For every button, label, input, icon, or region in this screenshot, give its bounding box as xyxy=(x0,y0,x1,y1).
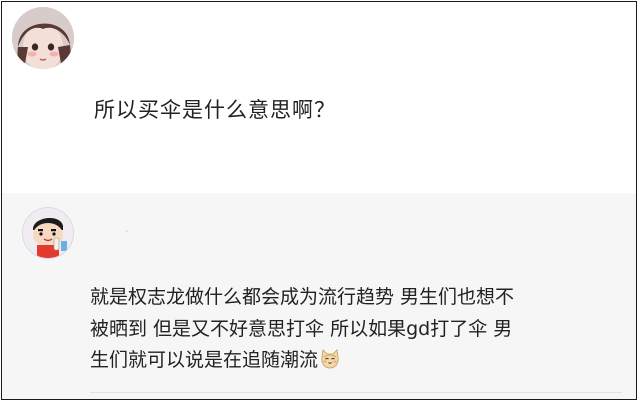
girl-avatar-icon[interactable] xyxy=(12,7,74,69)
reply-line-3-text: 生们就可以说是在追随潮流 xyxy=(90,349,319,371)
reply-line-1: 就是权志龙做什么都会成为流行趋势 男生们也想不 xyxy=(90,286,515,308)
comment-thread: 所以买伞是什么意思啊？ 就是权志龙做什么都会成为流行趋势 男生们也想不 被晒到 … xyxy=(1,1,637,400)
reply-line-2: 被晒到 但是又不好意思打伞 所以如果gd打了伞 男 xyxy=(90,317,513,340)
reply-line-3: 生们就可以说是在追随潮流 xyxy=(90,345,622,377)
divider xyxy=(90,392,622,393)
reply-comment: 就是权志龙做什么都会成为流行趋势 男生们也想不 被晒到 但是又不好意思打伞 所以… xyxy=(2,193,636,399)
question-post: 所以买伞是什么意思啊？ xyxy=(2,2,636,193)
reply-text: 就是权志龙做什么都会成为流行趋势 男生们也想不 被晒到 但是又不好意思打伞 所以… xyxy=(90,282,622,377)
cat-emoji-icon xyxy=(319,348,341,370)
question-text: 所以买伞是什么意思啊？ xyxy=(94,98,336,122)
decorative-dot xyxy=(126,230,128,232)
crayon-shinchan-avatar-icon[interactable] xyxy=(22,207,74,259)
